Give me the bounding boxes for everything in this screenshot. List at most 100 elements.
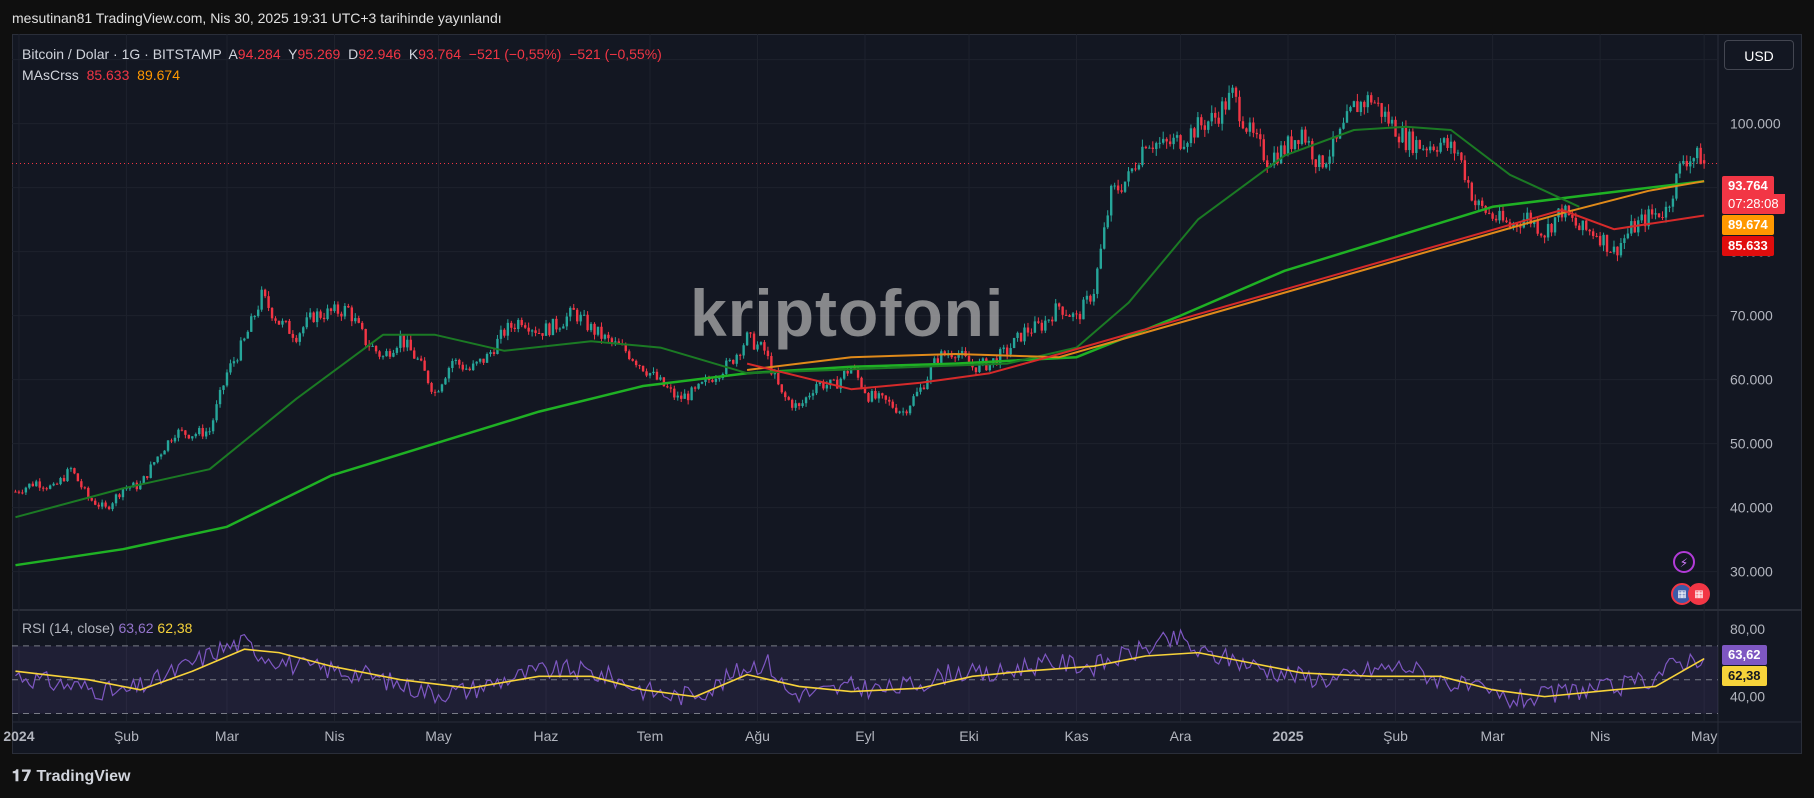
price-chart[interactable]: 110.000100.00090.00080.00070.00060.00050… <box>0 0 1814 798</box>
candle-body <box>804 397 808 404</box>
candle-body <box>1234 87 1238 97</box>
candle-body <box>322 317 326 320</box>
candle-body <box>1297 140 1300 145</box>
time-tick-label: Eyl <box>855 728 874 744</box>
candle-body <box>579 314 582 322</box>
candle-body <box>236 360 239 362</box>
candle-body <box>607 334 610 339</box>
time-tick-label: Şub <box>1383 728 1408 744</box>
candle-body <box>867 393 870 402</box>
candle-body <box>350 307 354 322</box>
time-tick-label: Ara <box>1170 728 1192 744</box>
candle-body <box>381 356 385 358</box>
candle-body <box>1373 102 1376 104</box>
candle-body <box>1435 150 1439 152</box>
candle-body <box>1290 136 1293 150</box>
candle-body <box>1664 206 1668 218</box>
candle-body <box>555 318 558 330</box>
candle-body <box>794 403 797 408</box>
candle-body <box>628 351 631 360</box>
candle-body <box>1033 321 1037 333</box>
candle-body <box>1123 181 1127 192</box>
candle-body <box>83 487 87 489</box>
candle-body <box>447 368 451 379</box>
event-icon[interactable]: ▦ <box>1688 583 1710 605</box>
candle-body <box>451 360 454 369</box>
candle-body <box>929 366 933 380</box>
brand-label: TradingView <box>36 768 131 785</box>
candle-body <box>1044 320 1047 331</box>
ma-indicator-name[interactable]: MAsCrss <box>22 67 79 83</box>
candle-body <box>1702 160 1706 164</box>
candle-body <box>874 390 877 399</box>
candle-body <box>1331 136 1335 157</box>
candle-body <box>652 371 655 374</box>
candle-body <box>107 506 111 510</box>
candle-body <box>458 359 461 365</box>
candle-body <box>329 308 333 312</box>
candle-body <box>52 483 55 486</box>
candle-body <box>1057 303 1061 307</box>
candle-body <box>239 340 243 361</box>
candle-body <box>250 316 253 332</box>
candle-body <box>1338 128 1342 139</box>
price-legend: Bitcoin / Dolar · 1G · BITSTAMP A94.284 … <box>22 44 662 86</box>
candle-body <box>1186 143 1189 147</box>
candle-body <box>891 401 894 408</box>
candle-body <box>784 392 787 398</box>
candle-body <box>1075 313 1078 315</box>
time-tick-label: Nis <box>1590 728 1610 744</box>
candle-body <box>1595 235 1598 237</box>
candle-body <box>146 476 149 478</box>
rsi-tick-label: 40,00 <box>1730 689 1765 705</box>
candle-body <box>152 462 156 465</box>
lightning-icon[interactable]: ⚡ <box>1673 551 1695 573</box>
candle-body <box>1571 214 1574 218</box>
candle-body <box>808 395 811 398</box>
candle-body <box>680 395 683 399</box>
change-value-2: −521 (−0,55%) <box>569 46 662 62</box>
candle-body <box>298 333 302 342</box>
candle-body <box>1439 142 1442 152</box>
candle-body <box>811 393 815 396</box>
open-value: 94.284 <box>237 46 281 62</box>
candle-body <box>156 456 159 463</box>
candle-body <box>201 428 204 437</box>
candle-body <box>565 316 568 327</box>
candle-body <box>655 371 659 380</box>
candle-body <box>1661 217 1664 219</box>
rsi-name[interactable]: RSI (14, close) <box>22 620 115 636</box>
candle-body <box>347 305 350 308</box>
candle-body <box>586 314 589 331</box>
candle-body <box>419 358 423 361</box>
currency-button[interactable]: USD <box>1724 40 1794 70</box>
ma2-price-tag: 89.674 <box>1722 215 1774 235</box>
candle-body <box>856 368 860 378</box>
candle-body <box>669 387 673 389</box>
candle-body <box>912 396 915 406</box>
candle-body <box>506 322 510 336</box>
candle-body <box>513 327 516 329</box>
candle-body <box>908 405 912 414</box>
candle-body <box>208 431 211 433</box>
symbol-label[interactable]: Bitcoin / Dolar · 1G · BITSTAMP <box>22 46 221 62</box>
candle-body <box>1470 182 1474 201</box>
candle-body <box>1418 140 1421 149</box>
candle-body <box>593 323 596 335</box>
tradingview-logo[interactable]: 𝟏𝟳 TradingView <box>12 766 130 786</box>
candle-body <box>1255 132 1259 135</box>
candle-body <box>1321 155 1324 168</box>
time-tick-label: 2025 <box>1272 728 1303 744</box>
candle-body <box>1682 160 1685 164</box>
candle-body <box>426 370 430 384</box>
candle-body <box>575 309 579 322</box>
candle-body <box>302 327 305 334</box>
candle-body <box>860 377 863 388</box>
candle-body <box>336 304 340 314</box>
candle-body <box>1404 127 1408 151</box>
candle-body <box>333 304 336 312</box>
candle-body <box>953 357 957 359</box>
candle-body <box>361 322 364 329</box>
candle-body <box>922 387 926 390</box>
candle-body <box>1078 313 1082 320</box>
